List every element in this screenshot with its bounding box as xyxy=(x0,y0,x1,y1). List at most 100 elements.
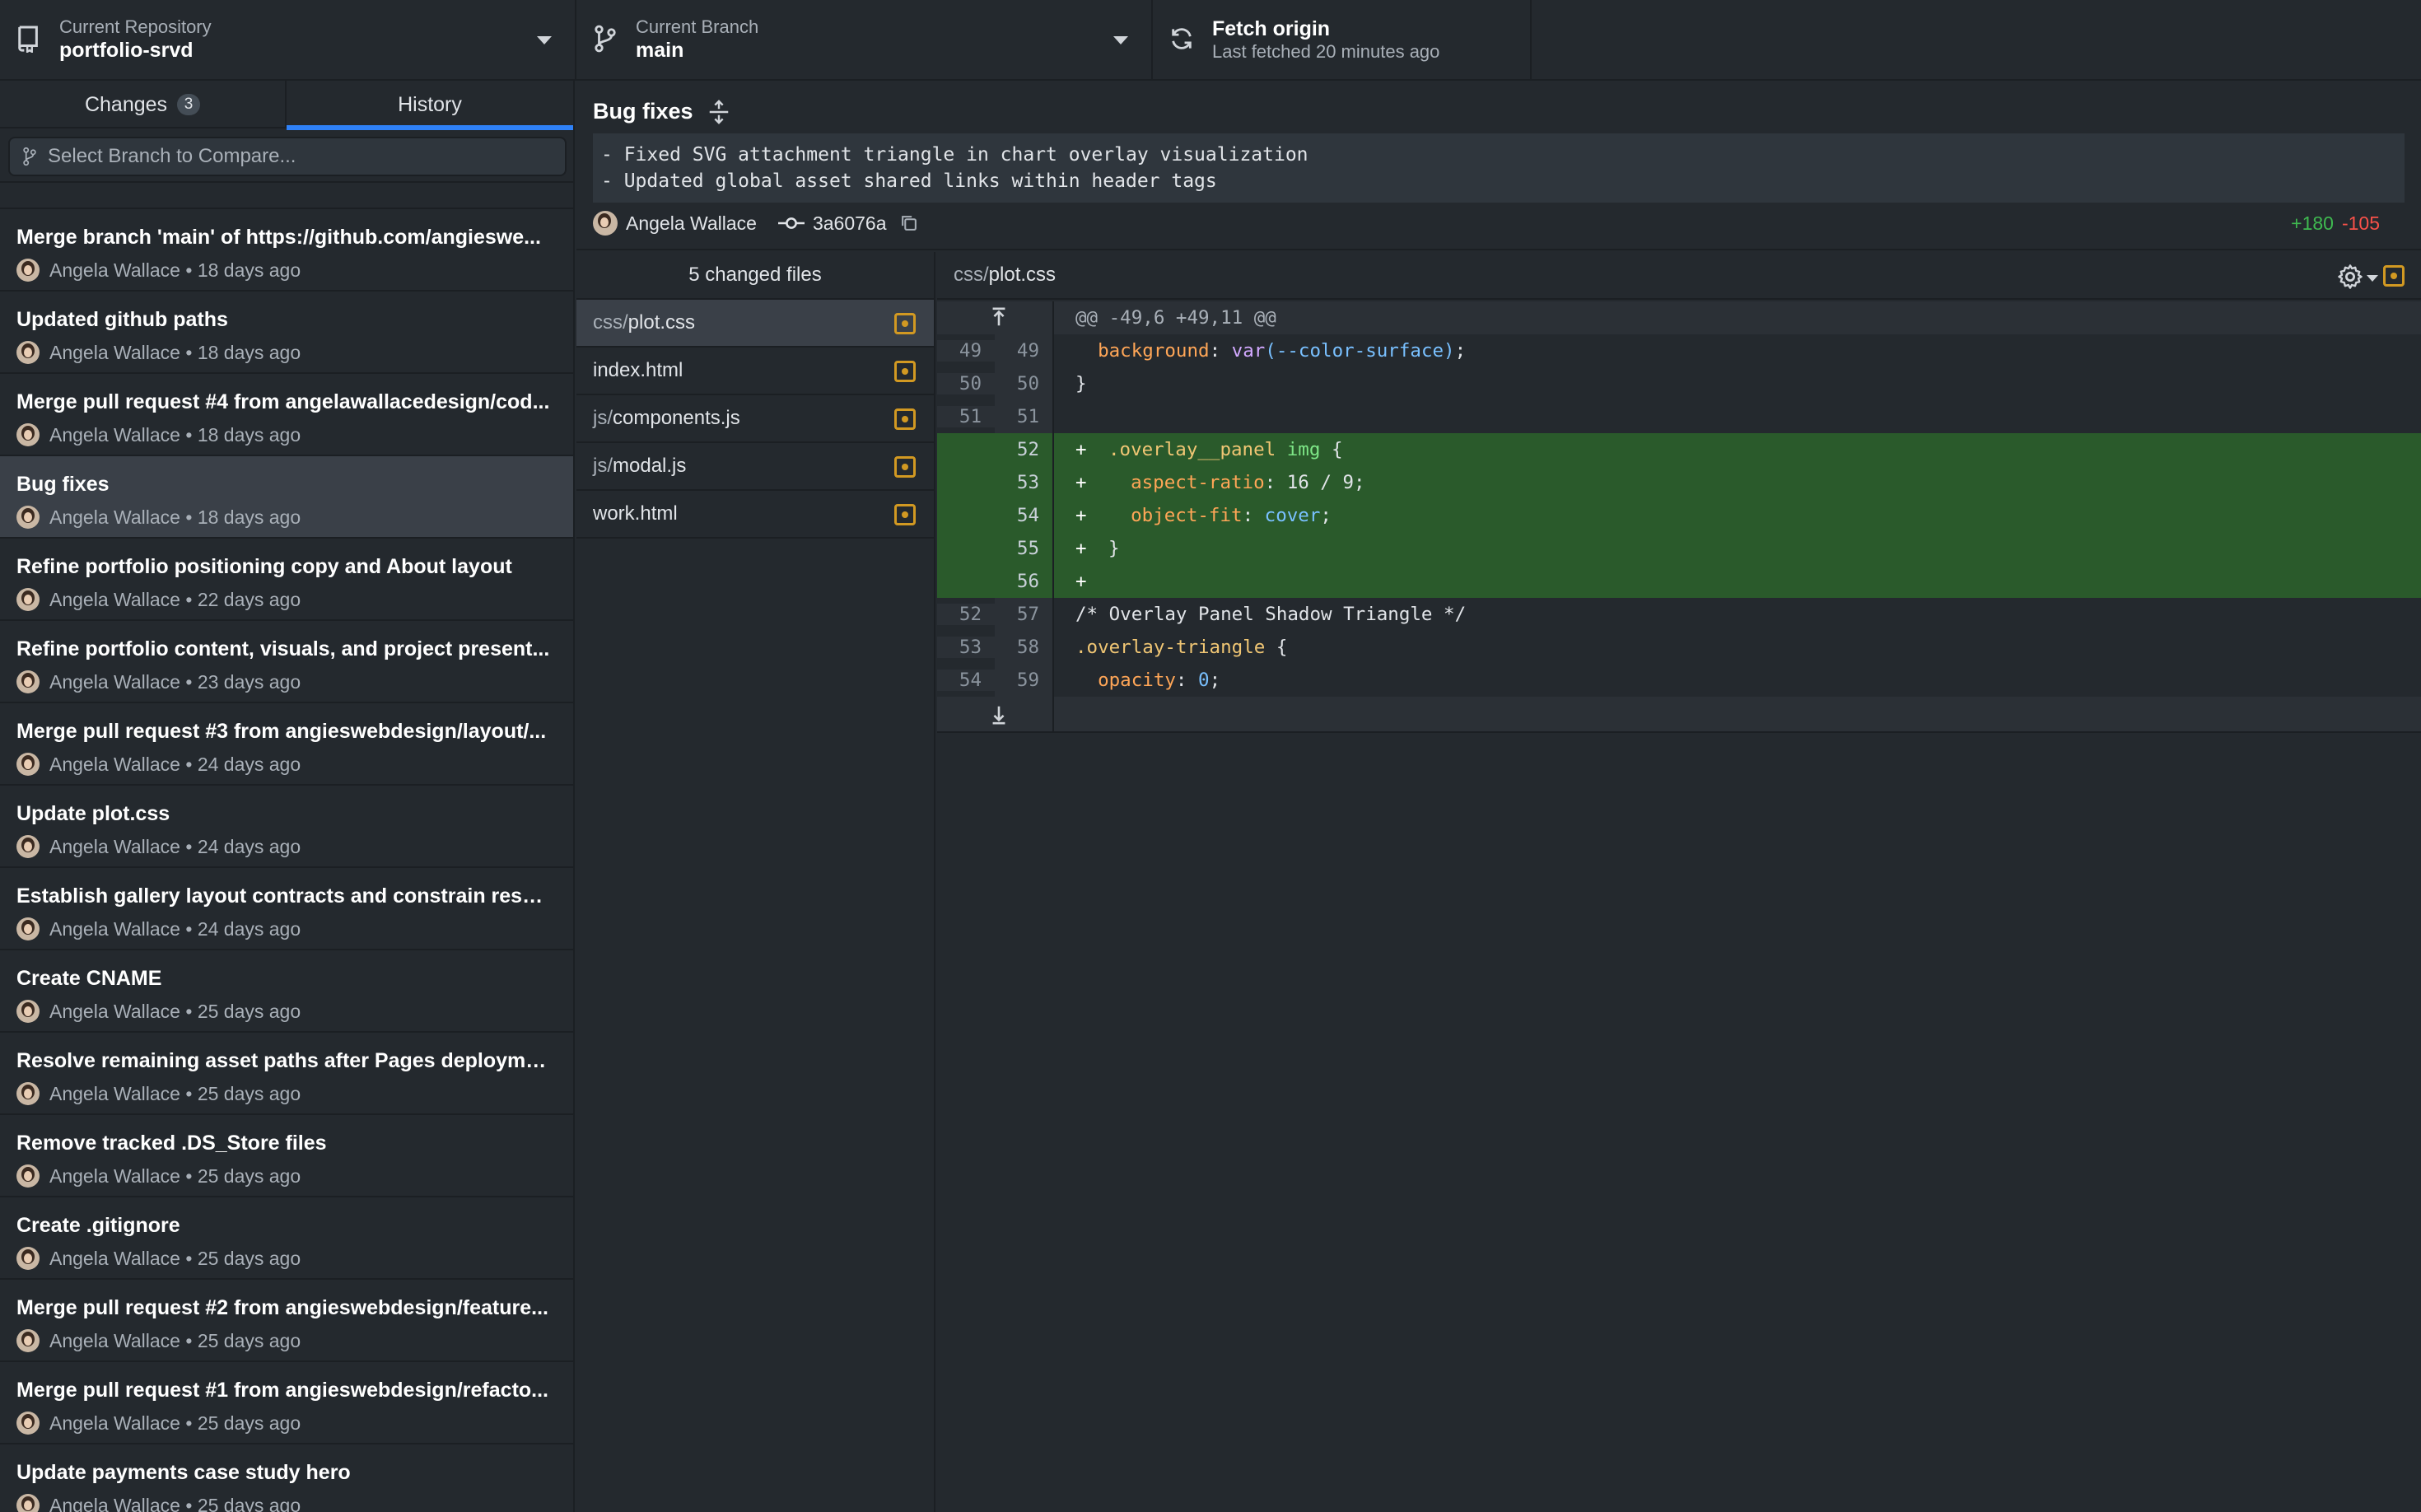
avatar xyxy=(16,670,40,693)
changed-files-panel: 5 changed files css/plot.css index.html … xyxy=(576,252,935,1512)
commit-age: 18 days ago xyxy=(197,341,301,363)
repository-name: portfolio-srvd xyxy=(59,39,194,62)
branch-icon xyxy=(23,147,36,166)
modified-icon xyxy=(894,408,916,430)
commit-author: Angela Wallace xyxy=(49,341,180,363)
fetch-origin-button[interactable]: Fetch origin Last fetched 20 minutes ago xyxy=(1153,0,1532,79)
file-item[interactable]: js/components.js xyxy=(576,395,934,443)
diff-line-added: 54 + object-fit: cover; xyxy=(937,499,2421,532)
commit-summary: Refine portfolio positioning copy and Ab… xyxy=(16,555,512,578)
expand-icon[interactable] xyxy=(707,99,731,124)
file-item[interactable]: work.html xyxy=(576,491,934,539)
avatar xyxy=(16,341,40,364)
list-item[interactable]: Create CNAME Angela Wallace • 25 days ag… xyxy=(0,950,573,1033)
avatar xyxy=(16,1494,40,1512)
commit-summary: Merge branch 'main' of https://github.co… xyxy=(16,226,541,249)
commit-age: 25 days ago xyxy=(197,1247,301,1269)
repository-label: Current Repository xyxy=(59,16,212,37)
diff-expand-row xyxy=(937,696,2421,733)
expand-up-icon[interactable] xyxy=(988,307,1010,329)
compare-branch-input[interactable] xyxy=(48,145,542,168)
current-branch-dropdown[interactable]: Current Branch main xyxy=(576,0,1153,79)
changes-count-badge: 3 xyxy=(177,94,201,115)
file-item-selected[interactable]: css/plot.css xyxy=(576,300,934,348)
avatar xyxy=(16,1329,40,1352)
avatar xyxy=(593,211,618,236)
commit-sha: 3a6076a xyxy=(812,212,887,234)
gear-icon[interactable] xyxy=(2337,264,2363,290)
commit-age: 25 days ago xyxy=(197,1164,301,1187)
commit-author: Angela Wallace xyxy=(49,1082,180,1104)
commit-title: Bug fixes xyxy=(593,99,693,124)
avatar xyxy=(16,1412,40,1435)
list-item[interactable]: Updated github paths Angela Wallace • 18… xyxy=(0,292,573,374)
commit-age: 25 days ago xyxy=(197,1000,301,1022)
avatar xyxy=(16,1000,40,1023)
commit-age: 24 days ago xyxy=(197,753,301,775)
commit-summary: Establish gallery layout contracts and c… xyxy=(16,884,552,908)
copy-icon[interactable] xyxy=(900,214,918,232)
current-repository-dropdown[interactable]: Current Repository portfolio-srvd xyxy=(0,0,576,79)
file-name: components.js xyxy=(613,407,740,429)
list-item[interactable]: Merge branch 'main' of https://github.co… xyxy=(0,209,573,292)
file-dir: css/ xyxy=(593,311,628,334)
list-item[interactable]: Create .gitignore Angela Wallace • 25 da… xyxy=(0,1197,573,1280)
list-item-selected[interactable]: Bug fixes Angela Wallace • 18 days ago xyxy=(0,456,573,539)
branch-name: main xyxy=(636,39,684,62)
diff-line: 51 51 xyxy=(937,400,2421,433)
avatar xyxy=(16,588,40,611)
compare-branch-field[interactable] xyxy=(8,137,567,176)
commit-age: 18 days ago xyxy=(197,423,301,446)
branch-label: Current Branch xyxy=(636,16,759,37)
commit-summary: Resolve remaining asset paths after Page… xyxy=(16,1049,552,1072)
chevron-down-icon[interactable] xyxy=(2367,275,2378,282)
file-name: index.html xyxy=(593,359,683,381)
commit-author: Angela Wallace xyxy=(49,259,180,281)
commit-description: - Fixed SVG attachment triangle in chart… xyxy=(593,133,2405,203)
commit-age: 24 days ago xyxy=(197,917,301,940)
file-dir: js/ xyxy=(593,407,613,429)
fetch-title: Fetch origin xyxy=(1212,17,1331,40)
commit-summary: Bug fixes xyxy=(16,473,110,496)
tab-history-label: History xyxy=(398,92,462,116)
avatar xyxy=(16,835,40,858)
list-item[interactable]: Update payments case study hero Angela W… xyxy=(0,1444,573,1512)
list-item[interactable]: Refine portfolio content, visuals, and p… xyxy=(0,621,573,703)
tab-changes[interactable]: Changes 3 xyxy=(0,81,287,128)
chevron-down-icon xyxy=(1113,36,1128,44)
list-item[interactable]: Merge pull request #4 from angelawallace… xyxy=(0,374,573,456)
diff-file-name: plot.css xyxy=(988,264,1057,286)
diff-line-added: 53 + aspect-ratio: 16 / 9; xyxy=(937,466,2421,499)
file-item[interactable]: js/modal.js xyxy=(576,443,934,491)
commit-age: 24 days ago xyxy=(197,835,301,857)
commit-author: Angela Wallace xyxy=(49,1247,180,1269)
commit-summary-panel: Bug fixes - Fixed SVG attachment triangl… xyxy=(576,81,2421,250)
file-name: work.html xyxy=(593,502,678,525)
list-item[interactable]: Remove tracked .DS_Store files Angela Wa… xyxy=(0,1115,573,1197)
tab-history[interactable]: History xyxy=(287,81,573,130)
expand-down-icon[interactable] xyxy=(988,703,1010,725)
diff-header: css/plot.css xyxy=(937,252,2421,300)
commit-author: Angela Wallace xyxy=(49,506,180,528)
tab-changes-label: Changes xyxy=(84,92,168,116)
commit-age: 25 days ago xyxy=(197,1329,301,1351)
commit-author: Angela Wallace xyxy=(49,1329,180,1351)
list-item[interactable]: Merge pull request #1 from angieswebdesi… xyxy=(0,1362,573,1444)
commit-summary: Merge pull request #3 from angieswebdesi… xyxy=(16,720,547,743)
list-item[interactable]: Refine portfolio positioning copy and Ab… xyxy=(0,539,573,621)
commit-summary: Merge pull request #2 from angieswebdesi… xyxy=(16,1296,548,1319)
file-item[interactable]: index.html xyxy=(576,348,934,395)
list-item[interactable]: Update plot.css Angela Wallace • 24 days… xyxy=(0,786,573,868)
list-item[interactable]: Merge pull request #3 from angieswebdesi… xyxy=(0,703,573,786)
diff-line: 50 50 } xyxy=(937,367,2421,400)
modified-icon xyxy=(894,361,916,382)
chevron-down-icon xyxy=(537,36,552,44)
list-item[interactable] xyxy=(0,184,573,209)
diff-line-added: 55 +} xyxy=(937,532,2421,565)
diff-line: 52 57 /* Overlay Panel Shadow Triangle */ xyxy=(937,598,2421,631)
avatar xyxy=(16,506,40,529)
list-item[interactable]: Resolve remaining asset paths after Page… xyxy=(0,1033,573,1115)
list-item[interactable]: Establish gallery layout contracts and c… xyxy=(0,868,573,950)
diff-panel: css/plot.css @@ -49,6 +49,11 @@ 49 49 bac… xyxy=(937,252,2421,1512)
list-item[interactable]: Merge pull request #2 from angieswebdesi… xyxy=(0,1280,573,1362)
